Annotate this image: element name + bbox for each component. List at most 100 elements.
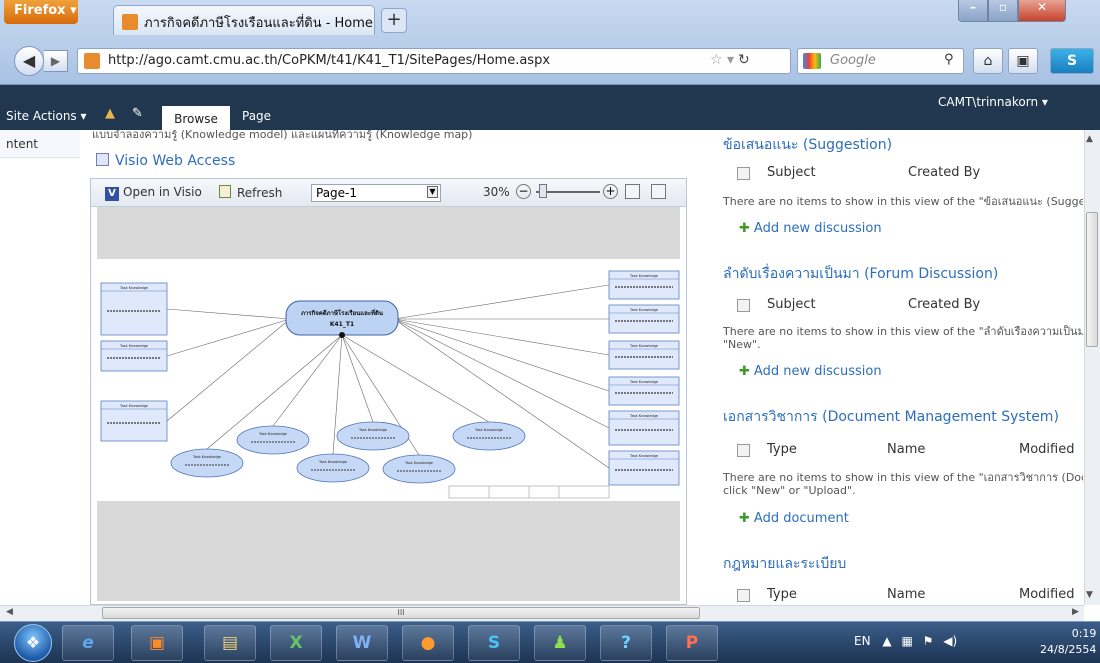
media-icon[interactable]: ▣ xyxy=(131,625,183,661)
browser-chrome: Firefox ▾ ภารกิจคดีภาษีโรงเรือนและที่ดิน… xyxy=(0,0,1100,85)
task-ellipse-header: Task Knowledge xyxy=(192,455,221,459)
select-all-checkbox[interactable] xyxy=(737,299,750,312)
ie-icon[interactable]: e xyxy=(62,625,114,661)
visio-webpart-title[interactable]: Visio Web Access xyxy=(96,153,235,169)
minimize-button[interactable]: – xyxy=(958,0,988,22)
network-tray-icon[interactable]: ▦ xyxy=(901,634,912,648)
empty-message: There are no items to show in this view … xyxy=(723,195,1083,208)
excel-icon[interactable]: X xyxy=(270,625,322,661)
law-title[interactable]: กฎหมายและระเบียบ xyxy=(723,553,846,575)
tab-page[interactable]: Page xyxy=(242,109,271,123)
messenger-icon[interactable]: ♟ xyxy=(534,625,586,661)
task-ellipse-header: Task Knowledge xyxy=(318,460,347,464)
bookmarks-icon[interactable]: ▣ xyxy=(1008,48,1038,74)
task-box-header: Task Knowledge xyxy=(629,344,658,348)
left-navigation: ntent xyxy=(0,130,80,605)
connector-line xyxy=(393,318,610,392)
network-icon[interactable]: ? xyxy=(600,625,652,661)
search-box[interactable]: Google ⚲ xyxy=(797,48,964,74)
task-ellipse xyxy=(382,454,456,484)
column-name[interactable]: Name xyxy=(887,587,925,602)
select-all-checkbox[interactable] xyxy=(737,589,750,602)
back-button[interactable]: ◀ xyxy=(14,46,44,76)
edit-page-icon[interactable]: ✎ xyxy=(132,106,150,122)
tab-browse[interactable]: Browse xyxy=(162,106,230,130)
task-box-header: Task Knowledge xyxy=(629,274,658,278)
tab-title: ภารกิจคดีภาษีโรงเรือนและที่ดิน - Home xyxy=(144,16,373,31)
language-indicator[interactable]: EN xyxy=(854,634,871,648)
url-text: http://ago.camt.cmu.ac.th/CoPKM/t41/K41_… xyxy=(108,53,551,68)
connector-line xyxy=(341,334,490,423)
home-icon[interactable]: ⌂ xyxy=(973,48,1003,74)
action-center-icon[interactable]: ⚑ xyxy=(923,634,934,648)
reload-icon[interactable]: ↻ xyxy=(738,52,750,68)
fit-to-window-button[interactable] xyxy=(625,184,640,199)
url-bar[interactable]: http://ago.camt.cmu.ac.th/CoPKM/t41/K41_… xyxy=(77,48,791,74)
quick-launch-item[interactable]: ntent xyxy=(0,130,80,158)
center-node-dot xyxy=(339,332,345,338)
knowledge-map-diagram[interactable]: Task Knowledge Task Knowledge Task Knowled… xyxy=(97,261,680,501)
vertical-scroll-thumb[interactable] xyxy=(1086,212,1098,347)
clock[interactable]: 0:19 24/8/2554 xyxy=(1040,626,1096,658)
add-new-discussion-link[interactable]: ✚ Add new discussion xyxy=(739,364,882,379)
explorer-icon[interactable]: ▤ xyxy=(204,625,256,661)
firefox-menu-button[interactable]: Firefox ▾ xyxy=(4,0,78,24)
task-ellipse xyxy=(296,453,370,483)
close-button[interactable]: ✕ xyxy=(1018,0,1066,22)
vertical-scrollbar[interactable] xyxy=(1084,130,1100,605)
browser-tab[interactable]: ภารกิจคดีภาษีโรงเรือนและที่ดิน - Home xyxy=(113,5,375,35)
new-tab-button[interactable]: + xyxy=(381,8,407,33)
column-type[interactable]: Type xyxy=(767,442,797,457)
shape-info-button[interactable] xyxy=(651,184,666,199)
refresh-button[interactable]: Refresh xyxy=(219,185,282,200)
select-all-checkbox[interactable] xyxy=(737,167,750,180)
word-icon[interactable]: W xyxy=(336,625,388,661)
skype-icon[interactable]: S xyxy=(468,625,520,661)
system-tray: EN ▲ ▦ ⚑ ◀) xyxy=(854,634,957,648)
add-document-link[interactable]: ✚ Add document xyxy=(739,511,849,526)
horizontal-scroll-thumb[interactable]: III xyxy=(102,607,700,619)
zoom-in-button[interactable]: + xyxy=(603,184,618,199)
forward-button[interactable]: ▶ xyxy=(44,50,68,72)
show-hidden-icons-icon[interactable]: ▲ xyxy=(882,634,891,648)
search-icon[interactable]: ⚲ xyxy=(944,52,954,67)
zoom-slider-thumb[interactable] xyxy=(539,184,547,198)
chevron-down-icon[interactable]: ▼ xyxy=(427,186,438,198)
firefox-icon[interactable]: ● xyxy=(402,625,454,661)
refresh-icon xyxy=(219,185,231,198)
column-modified[interactable]: Modified xyxy=(1019,587,1074,602)
volume-icon[interactable]: ◀) xyxy=(943,634,957,648)
forum-title[interactable]: ลำดับเรื่องความเป็นมา (Forum Discussion) xyxy=(723,263,998,285)
column-modified[interactable]: Modified xyxy=(1019,442,1074,457)
column-subject[interactable]: Subject xyxy=(767,165,816,180)
open-in-visio-button[interactable]: V Open in Visio xyxy=(105,185,202,201)
task-box-header: Task Knowledge xyxy=(119,344,148,348)
column-name[interactable]: Name xyxy=(887,442,925,457)
add-new-discussion-link[interactable]: ✚ Add new discussion xyxy=(739,221,882,236)
start-button[interactable]: ❖ xyxy=(14,624,52,662)
scroll-left-icon[interactable]: ◀ xyxy=(6,607,13,617)
user-menu[interactable]: CAMT\trinnakorn ▾ xyxy=(938,95,1048,109)
column-type[interactable]: Type xyxy=(767,587,797,602)
site-actions-menu[interactable]: Site Actions ▾ xyxy=(6,109,87,123)
page-select[interactable]: Page-1 xyxy=(311,184,441,202)
navigate-up-icon[interactable]: ▲ xyxy=(105,106,123,122)
bookmark-star-icon[interactable]: ☆ ▾ xyxy=(710,52,734,68)
task-ellipse xyxy=(452,421,526,451)
task-box-header: Task Knowledge xyxy=(629,380,658,384)
column-subject[interactable]: Subject xyxy=(767,297,816,312)
drawing-canvas-bottom xyxy=(97,501,680,601)
documents-title[interactable]: เอกสารวิชาการ (Document Management Syste… xyxy=(723,406,1059,428)
scroll-right-icon[interactable]: ▶ xyxy=(1072,607,1079,617)
zoom-out-button[interactable]: − xyxy=(516,184,531,199)
maximize-button[interactable]: ▫ xyxy=(988,0,1018,22)
column-created-by[interactable]: Created By xyxy=(908,297,980,312)
powerpoint-icon[interactable]: P xyxy=(666,625,718,661)
scroll-up-icon[interactable]: ▲ xyxy=(1086,134,1093,144)
scroll-down-icon[interactable]: ▼ xyxy=(1086,590,1093,600)
google-icon xyxy=(803,53,821,69)
skype-toolbar-icon[interactable]: S xyxy=(1050,48,1094,74)
select-all-checkbox[interactable] xyxy=(737,444,750,457)
suggestion-title[interactable]: ข้อเสนอแนะ (Suggestion) xyxy=(723,134,892,156)
column-created-by[interactable]: Created By xyxy=(908,165,980,180)
